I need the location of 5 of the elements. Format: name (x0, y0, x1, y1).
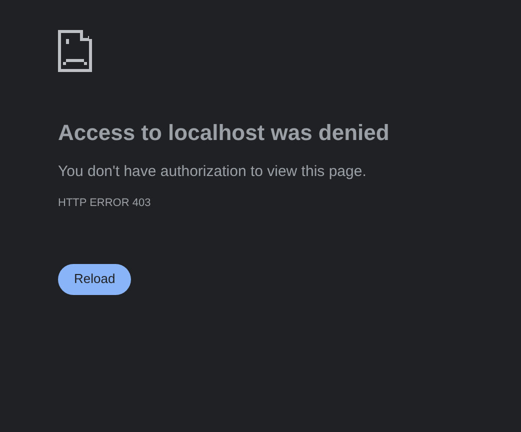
reload-button[interactable]: Reload (58, 264, 132, 294)
sad-page-icon (58, 30, 92, 72)
error-message: You don't have authorization to view this page. (58, 162, 366, 182)
error-code: HTTP ERROR 403 (58, 196, 151, 211)
error-heading: Access to localhost was denied (58, 119, 390, 146)
